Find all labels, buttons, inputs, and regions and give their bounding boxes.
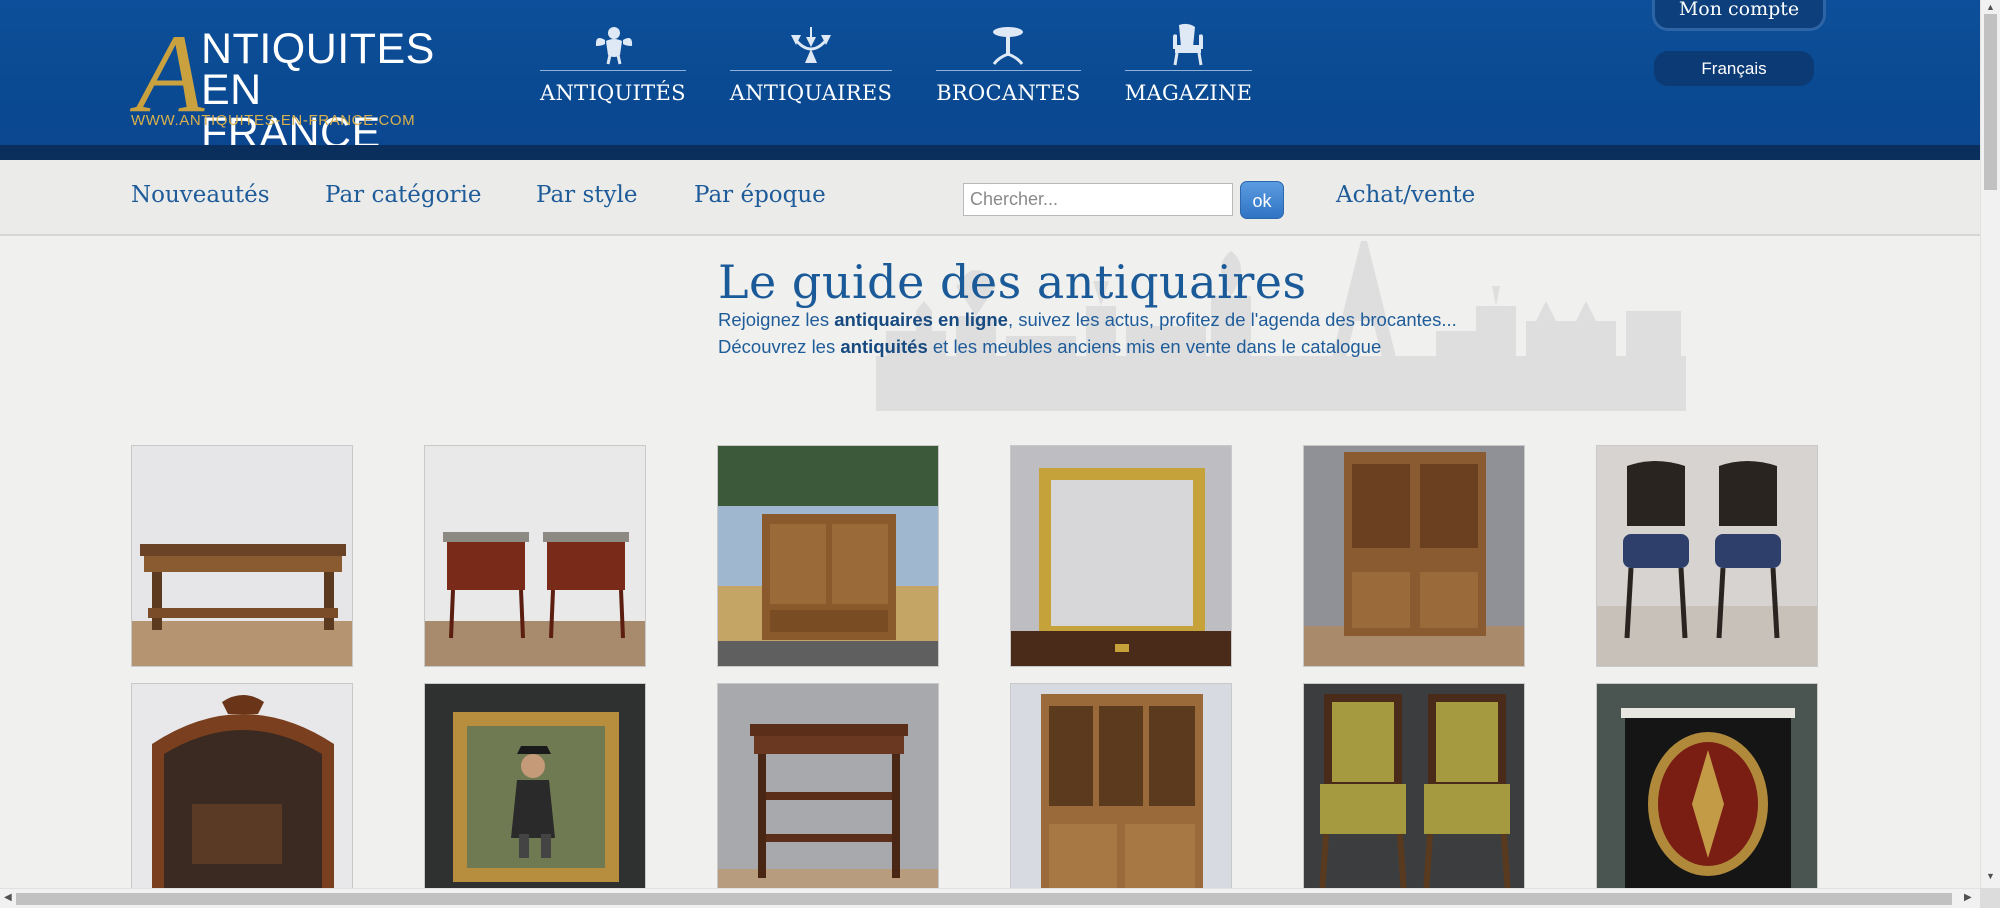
language-selector[interactable]: Français xyxy=(1654,51,1814,86)
mantel-mirror-thumbnail[interactable] xyxy=(131,683,353,905)
intro-line-1-text: , suivez les actus, profitez de l'agenda… xyxy=(1007,309,1457,330)
main-nav-divider xyxy=(540,70,686,71)
page-title: Le guide des antiquaires xyxy=(718,255,1307,309)
intro-line-2-text: Découvrez les xyxy=(718,336,841,357)
main-nav-divider xyxy=(1124,70,1253,71)
intro-line-2: Découvrez les antiquités et les meubles … xyxy=(718,336,1381,358)
intro-line-1-text: Rejoignez les xyxy=(718,309,835,330)
search-input[interactable] xyxy=(963,183,1233,216)
sub-nav-nouveautes[interactable]: Nouveautés xyxy=(131,182,270,208)
vertical-scroll-thumb[interactable] xyxy=(1984,14,1997,190)
serving-etagere-thumbnail[interactable] xyxy=(717,683,939,905)
gueridon-table-icon xyxy=(988,22,1028,68)
scroll-up-arrow-icon[interactable]: ▲ xyxy=(1986,3,1995,12)
scroll-left-arrow-icon[interactable]: ◀ xyxy=(4,893,12,903)
pair-of-nightstands-thumbnail[interactable] xyxy=(424,445,646,667)
glazed-bookcase-thumbnail[interactable] xyxy=(1010,683,1232,905)
sub-nav-par-epoque[interactable]: Par époque xyxy=(694,182,826,208)
site-logo[interactable]: A NTIQUITES EN FRANCE WWW.ANTIQUITES-EN-… xyxy=(130,18,450,155)
sub-nav-achat-vente[interactable]: Achat/vente xyxy=(1336,182,1475,208)
pair-of-armchairs-thumbnail[interactable] xyxy=(1303,683,1525,905)
main-nav-antiquites[interactable]: ANTIQUITÉS xyxy=(540,22,686,112)
pair-of-carved-chairs-thumbnail[interactable] xyxy=(1596,445,1818,667)
console-table-thumbnail[interactable] xyxy=(131,445,353,667)
horizontal-scrollbar[interactable]: ◀ ▶ xyxy=(0,888,1980,908)
main-nav-label: ANTIQUITÉS xyxy=(540,81,686,105)
antiquites-link[interactable]: antiquités xyxy=(840,336,927,357)
horizontal-scroll-thumb[interactable] xyxy=(16,893,1952,905)
main-nav: ANTIQUITÉS ANTIQUAIRES BROCANTES MAGAZIN… xyxy=(540,22,1296,112)
scroll-down-arrow-icon[interactable]: ▼ xyxy=(1986,872,1995,881)
search-submit-button[interactable]: ok xyxy=(1240,181,1284,219)
armchair-icon xyxy=(1171,22,1205,68)
antiquaires-en-ligne-link[interactable]: antiquaires en ligne xyxy=(834,309,1008,330)
logo-line-antiquites: NTIQUITES xyxy=(201,25,435,73)
header-bottom-stripe xyxy=(0,145,1980,160)
sub-nav-par-categorie[interactable]: Par catégorie xyxy=(325,182,481,208)
intro-line-2-text: et les meubles anciens mis en vente dans… xyxy=(927,336,1382,357)
main-nav-divider xyxy=(936,70,1081,71)
gilt-mirror-thumbnail[interactable] xyxy=(1010,445,1232,667)
site-header: A NTIQUITES EN FRANCE WWW.ANTIQUITES-EN-… xyxy=(0,0,1980,155)
main-nav-magazine[interactable]: MAGAZINE xyxy=(1124,22,1253,112)
boulle-cabinet-thumbnail[interactable] xyxy=(1596,683,1818,905)
main-nav-brocantes[interactable]: BROCANTES xyxy=(936,22,1081,112)
my-account-button[interactable]: Mon compte xyxy=(1652,0,1826,31)
logo-url: WWW.ANTIQUITES-EN-FRANCE.COM xyxy=(131,112,416,129)
sub-nav-par-style[interactable]: Par style xyxy=(536,182,637,208)
sub-nav: Nouveautés Par catégorie Par style Par é… xyxy=(0,160,1980,236)
main-nav-antiquaires[interactable]: ANTIQUAIRES xyxy=(729,22,893,112)
scroll-right-arrow-icon[interactable]: ▶ xyxy=(1964,893,1972,903)
framed-painting-thumbnail[interactable] xyxy=(424,683,646,905)
main-nav-divider xyxy=(729,70,893,71)
scrollbar-corner xyxy=(1980,888,2000,908)
vertical-scrollbar[interactable]: ▲ ▼ xyxy=(1980,0,2000,888)
bookcase-buffet-thumbnail[interactable] xyxy=(1303,445,1525,667)
intro-line-1: Rejoignez les antiquaires en ligne, suiv… xyxy=(718,309,1457,331)
main-nav-label: MAGAZINE xyxy=(1124,81,1253,105)
main-nav-label: ANTIQUAIRES xyxy=(729,81,893,105)
farmhouse-cabinet-thumbnail[interactable] xyxy=(717,445,939,667)
cherub-icon xyxy=(593,22,633,68)
main-nav-label: BROCANTES xyxy=(936,81,1081,105)
chandelier-icon xyxy=(787,22,835,68)
